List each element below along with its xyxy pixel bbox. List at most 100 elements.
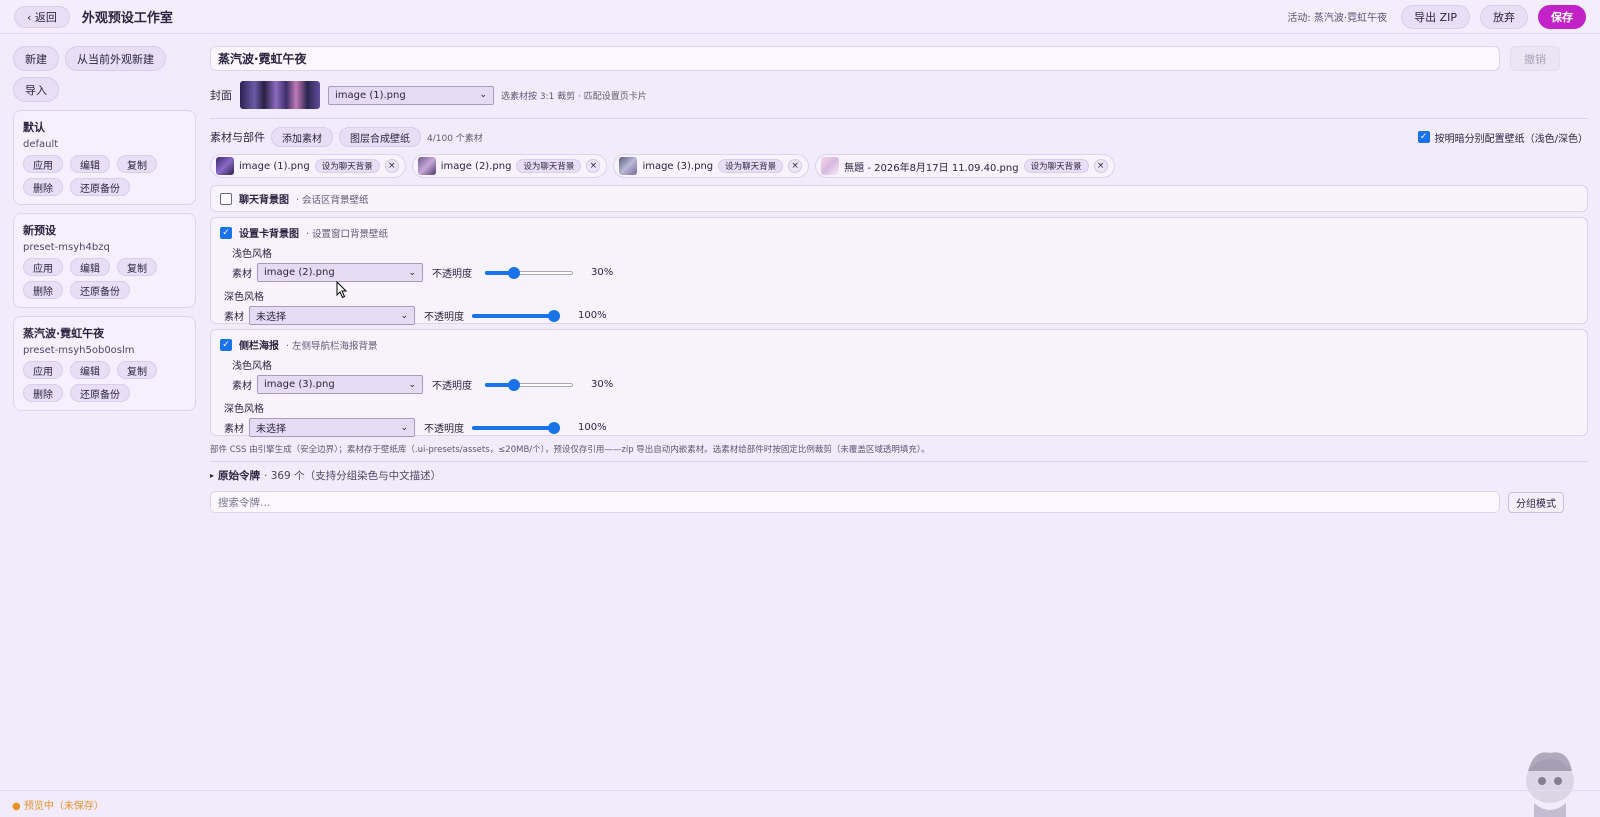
light-style-label: 浅色风格 bbox=[232, 249, 272, 260]
asset-chip: image (1).png 设为聊天背景 × bbox=[210, 154, 406, 178]
select-value: image (2).png bbox=[264, 267, 335, 278]
asset-thumbnail bbox=[417, 157, 436, 175]
slider-thumb[interactable] bbox=[507, 378, 520, 391]
preset-id: preset-msyh4bzq bbox=[23, 242, 110, 253]
copy-button[interactable]: 复制 bbox=[117, 258, 157, 276]
section-title: 聊天背景图 bbox=[239, 195, 289, 206]
chat-bg-section: 聊天背景图 · 会话区背景壁纸 bbox=[210, 185, 1588, 212]
opacity-slider[interactable] bbox=[485, 266, 573, 280]
raw-tokens-toggle[interactable]: ▸ 原始令牌 · 369 个（支持分组染色与中文描述） bbox=[210, 468, 1588, 483]
top-bar: ‹ 返回 外观预设工作室 活动: 蒸汽波·霓虹午夜 导出 ZIP 放弃 保存 bbox=[0, 0, 1600, 34]
preview-status: ● 预览中（未保存） bbox=[12, 800, 104, 812]
asset-chip: 無題 - 2026年8月17日 11.09.40.png 设为聊天背景 × bbox=[815, 154, 1115, 178]
section-subtitle: · 左侧导航栏海报背景 bbox=[286, 340, 378, 352]
page-title: 外观预设工作室 bbox=[81, 11, 173, 26]
preset-id: default bbox=[23, 139, 59, 150]
footer-note: 部件 CSS 由引擎生成（安全边界）；素材存于壁纸库（.ui-presets/a… bbox=[210, 445, 930, 455]
edit-button[interactable]: 编辑 bbox=[70, 155, 110, 173]
close-icon[interactable]: × bbox=[586, 159, 601, 173]
cover-select[interactable]: image (1).png ⌄ bbox=[328, 85, 494, 105]
preset-card-new[interactable]: 新预设 preset-msyh4bzq 应用 编辑 复制 删除 还原备份 bbox=[13, 213, 196, 308]
undo-button[interactable]: 撤销 bbox=[1510, 46, 1560, 71]
discard-button[interactable]: 放弃 bbox=[1480, 4, 1528, 29]
close-icon[interactable]: × bbox=[1093, 159, 1108, 173]
chat-bg-checkbox[interactable] bbox=[220, 192, 232, 205]
opacity-value: 30% bbox=[591, 267, 614, 278]
edit-button[interactable]: 编辑 bbox=[70, 361, 110, 379]
asset-chip: image (3).png 设为聊天背景 × bbox=[613, 154, 810, 178]
slider-thumb[interactable] bbox=[507, 266, 520, 279]
token-search-input[interactable]: 搜索令牌… bbox=[210, 491, 1500, 513]
restore-backup-button[interactable]: 还原备份 bbox=[70, 281, 130, 299]
check-icon[interactable]: ✓ bbox=[220, 338, 232, 351]
light-asset-select[interactable]: image (2).png ⌄ bbox=[257, 263, 423, 282]
light-dark-toggle[interactable]: ✓ 按明暗分别配置壁纸（浅色/深色） bbox=[1417, 130, 1588, 145]
asset-name: image (3).png bbox=[642, 160, 714, 172]
dark-asset-select[interactable]: 未选择 ⌄ bbox=[249, 418, 415, 437]
asset-label: 素材 bbox=[232, 381, 252, 392]
tokens-title: 原始令牌 bbox=[218, 470, 261, 482]
new-from-current-button[interactable]: 从当前外观新建 bbox=[65, 46, 166, 71]
apply-button[interactable]: 应用 bbox=[23, 361, 63, 379]
preset-name: 新预设 bbox=[23, 224, 56, 237]
delete-button[interactable]: 删除 bbox=[23, 178, 63, 196]
preset-name-input[interactable]: 蒸汽波·霓虹午夜 bbox=[210, 46, 1500, 71]
preset-card-default[interactable]: 默认 default 应用 编辑 复制 删除 还原备份 bbox=[13, 110, 196, 205]
set-chat-bg-button[interactable]: 设为聊天背景 bbox=[314, 159, 380, 173]
asset-chip: image (2).png 设为聊天背景 × bbox=[411, 154, 608, 178]
chevron-down-icon: ⌄ bbox=[400, 422, 408, 433]
delete-button[interactable]: 删除 bbox=[23, 384, 63, 402]
copy-button[interactable]: 复制 bbox=[117, 361, 157, 379]
check-icon[interactable]: ✓ bbox=[1417, 131, 1430, 143]
opacity-slider[interactable] bbox=[472, 421, 560, 435]
select-value: image (3).png bbox=[264, 379, 335, 390]
slider-thumb[interactable] bbox=[548, 309, 560, 322]
section-title: 设置卡背景图 bbox=[239, 229, 299, 240]
close-icon[interactable]: × bbox=[384, 159, 399, 173]
light-asset-select[interactable]: image (3).png ⌄ bbox=[257, 375, 423, 394]
set-chat-bg-button[interactable]: 设为聊天背景 bbox=[718, 159, 784, 173]
slider-fill bbox=[472, 425, 554, 430]
status-bar: ● 预览中（未保存） bbox=[0, 790, 1600, 817]
opacity-slider[interactable] bbox=[472, 309, 560, 323]
close-icon[interactable]: × bbox=[788, 159, 803, 173]
sidebar-poster-section: ✓ 侧栏海报 · 左侧导航栏海报背景 浅色风格 素材 image (3).png… bbox=[210, 329, 1588, 437]
preset-name: 默认 bbox=[23, 121, 45, 134]
edit-button[interactable]: 编辑 bbox=[70, 258, 110, 276]
apply-button[interactable]: 应用 bbox=[23, 155, 63, 173]
copy-button[interactable]: 复制 bbox=[117, 155, 157, 173]
asset-thumbnail bbox=[216, 157, 234, 175]
preset-name: 蒸汽波·霓虹午夜 bbox=[23, 327, 105, 340]
export-zip-button[interactable]: 导出 ZIP bbox=[1401, 4, 1470, 29]
opacity-label: 不透明度 bbox=[424, 312, 464, 323]
asset-thumbnail bbox=[619, 157, 638, 175]
group-mode-button[interactable]: 分组模式 bbox=[1508, 491, 1564, 513]
preset-card-vaporwave[interactable]: 蒸汽波·霓虹午夜 preset-msyh5ob0oslm 应用 编辑 复制 删除… bbox=[13, 316, 196, 411]
asset-list: image (1).png 设为聊天背景 × image (2).png 设为聊… bbox=[210, 154, 1588, 178]
restore-backup-button[interactable]: 还原备份 bbox=[70, 384, 130, 402]
set-chat-bg-button[interactable]: 设为聊天背景 bbox=[516, 159, 582, 173]
dark-style-label: 深色风格 bbox=[224, 404, 264, 415]
import-button[interactable]: 导入 bbox=[13, 77, 59, 102]
apply-button[interactable]: 应用 bbox=[23, 258, 63, 276]
delete-button[interactable]: 删除 bbox=[23, 281, 63, 299]
opacity-slider[interactable] bbox=[485, 378, 573, 392]
new-preset-button[interactable]: 新建 bbox=[13, 46, 59, 71]
restore-backup-button[interactable]: 还原备份 bbox=[70, 178, 130, 196]
back-button[interactable]: ‹ 返回 bbox=[14, 5, 70, 28]
slider-thumb[interactable] bbox=[548, 421, 560, 434]
section-title: 侧栏海报 bbox=[239, 341, 279, 352]
select-value: 未选择 bbox=[256, 424, 286, 435]
dark-asset-select[interactable]: 未选择 ⌄ bbox=[249, 306, 415, 325]
compose-wallpaper-button[interactable]: 图层合成壁纸 bbox=[339, 127, 421, 147]
light-style-label: 浅色风格 bbox=[232, 361, 272, 372]
tokens-summary: · 369 个（支持分组染色与中文描述） bbox=[264, 470, 442, 482]
asset-name: 無題 - 2026年8月17日 11.09.40.png bbox=[844, 162, 1019, 174]
chevron-down-icon: ⌄ bbox=[400, 310, 408, 321]
opacity-value: 100% bbox=[578, 422, 607, 433]
cover-thumbnail bbox=[240, 81, 320, 109]
check-icon[interactable]: ✓ bbox=[220, 226, 232, 239]
save-button[interactable]: 保存 bbox=[1538, 4, 1586, 29]
set-chat-bg-button[interactable]: 设为聊天背景 bbox=[1023, 159, 1089, 173]
add-asset-button[interactable]: 添加素材 bbox=[271, 127, 333, 147]
